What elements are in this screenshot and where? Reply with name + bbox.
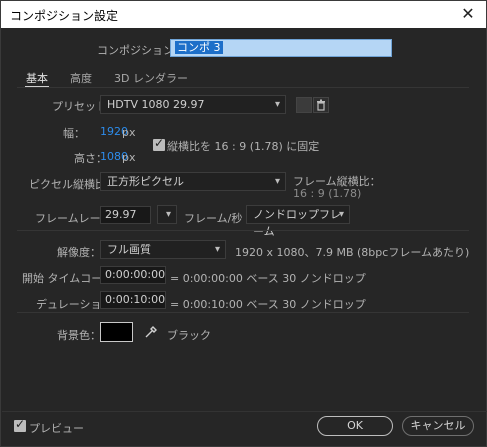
preview-checkbox[interactable] xyxy=(14,417,26,432)
pixel-aspect-value: 正方形ピクセル xyxy=(107,175,184,188)
chevron-down-icon: ▾ xyxy=(165,209,171,220)
drop-frame-value: ノンドロップフレーム xyxy=(253,208,341,238)
comp-name-value: コンポ 3 xyxy=(175,41,223,54)
preset-select[interactable]: HDTV 1080 29.97 ▾ xyxy=(100,95,286,114)
dialog-title: コンポジション設定 xyxy=(10,9,119,23)
duration-input[interactable]: 0:00:10:00 xyxy=(100,291,166,309)
tab-advanced[interactable]: 高度 xyxy=(70,70,92,86)
background-color-swatch[interactable] xyxy=(100,322,133,342)
save-preset-icon[interactable] xyxy=(296,97,312,113)
start-timecode-info: = 0:00:00:00 ベース 30 ノンドロップ xyxy=(170,272,366,285)
tab-divider xyxy=(17,87,469,88)
chevron-down-icon: ▾ xyxy=(274,99,280,110)
trash-icon xyxy=(317,99,325,111)
comp-name-input[interactable]: コンポ 3 xyxy=(170,39,392,57)
resolution-value: フル画質 xyxy=(107,243,151,256)
cancel-button[interactable]: キャンセル xyxy=(402,416,474,436)
delete-preset-icon[interactable] xyxy=(313,97,329,113)
resolution-info: 1920 x 1080、7.9 MB (8bpcフレームあたり) xyxy=(235,246,470,259)
background-color-name: ブラック xyxy=(167,329,211,342)
width-unit: px xyxy=(122,126,136,139)
resolution-label: 解像度： xyxy=(57,246,101,259)
height-unit: px xyxy=(122,151,136,164)
pixel-aspect-select[interactable]: 正方形ピクセル ▾ xyxy=(100,172,286,191)
aspect-lock-label: 縦横比を 16 : 9 (1.78) に固定 xyxy=(167,140,320,153)
duration-info: = 0:00:10:00 ベース 30 ノンドロップ xyxy=(170,298,366,311)
drop-frame-select[interactable]: ノンドロップフレーム ▾ xyxy=(246,205,350,238)
start-timecode-input[interactable]: 0:00:00:00 xyxy=(100,266,166,284)
chevron-down-icon: ▾ xyxy=(274,176,280,187)
close-icon[interactable]: ✕ xyxy=(458,4,478,24)
frame-aspect-value: 16 : 9 (1.78) xyxy=(293,187,362,200)
frame-rate-dropdown[interactable]: ▾ xyxy=(157,205,177,224)
footer-divider xyxy=(2,411,487,412)
preset-value: HDTV 1080 29.97 xyxy=(107,98,205,111)
chevron-down-icon: ▾ xyxy=(214,244,220,255)
title-bar: コンポジション設定 ✕ xyxy=(1,1,486,28)
preview-label: プレビュー xyxy=(29,422,84,435)
ok-button[interactable]: OK xyxy=(317,416,393,436)
duration-value: 0:00:10:00 xyxy=(105,293,166,306)
width-label: 幅： xyxy=(63,127,85,140)
chevron-down-icon: ▾ xyxy=(338,209,344,220)
composition-settings-dialog: コンポジション設定 ✕ コンポジション名： コンポ 3 基本 高度 3D レンダ… xyxy=(0,0,487,447)
section-divider xyxy=(17,230,469,231)
aspect-lock-checkbox[interactable] xyxy=(153,136,165,151)
resolution-select[interactable]: フル画質 ▾ xyxy=(100,240,226,259)
background-color-label: 背景色： xyxy=(57,329,101,342)
eyedropper-icon[interactable] xyxy=(144,325,158,339)
section-divider xyxy=(17,312,469,313)
frame-rate-value: 29.97 xyxy=(105,208,137,221)
frame-rate-input[interactable]: 29.97 xyxy=(100,206,151,224)
tab-basic[interactable]: 基本 xyxy=(26,70,48,86)
frame-rate-unit: フレーム/秒 xyxy=(184,212,243,225)
tab-3d-renderer[interactable]: 3D レンダラー xyxy=(114,70,188,86)
start-timecode-value: 0:00:00:00 xyxy=(105,268,166,281)
